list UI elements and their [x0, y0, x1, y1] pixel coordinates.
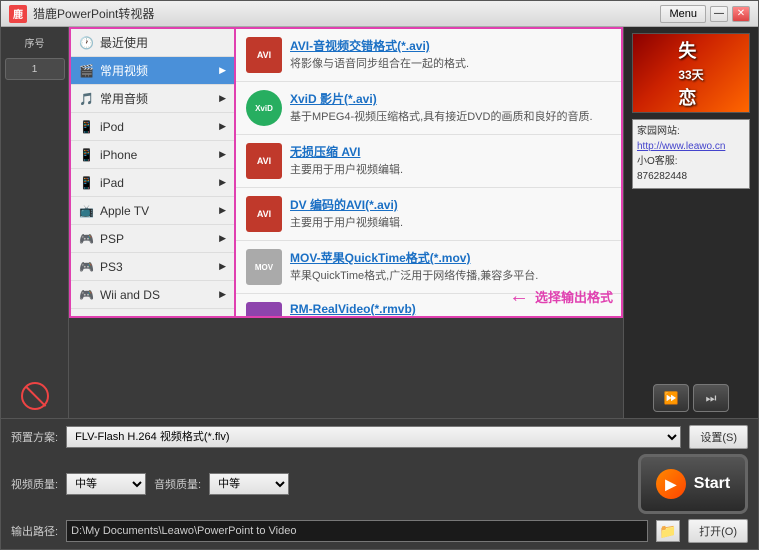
window-title: 猎鹿PowerPoint转视器	[33, 5, 660, 22]
format-item-nocompress[interactable]: AVI 无损压缩 AVI 主要用于用户视频编辑.	[236, 135, 621, 188]
format-info-dv: DV 编码的AVI(*.avi) 主要用于用户视频编辑.	[290, 196, 611, 231]
open-button[interactable]: 打开(O)	[688, 519, 748, 543]
preset-select[interactable]: FLV-Flash H.264 视频格式(*.flv)	[66, 426, 681, 448]
video-quality-label: 视频质量:	[11, 476, 58, 492]
menu-item-wii[interactable]: 🎮 Wii and DS ▶	[71, 281, 234, 309]
format-title-nocompress: 无损压缩 AVI	[290, 143, 611, 160]
format-badge-xvid: XviD	[246, 90, 282, 126]
preview-image: 失33天恋	[632, 33, 750, 113]
file-row-1[interactable]: 1	[5, 58, 65, 80]
main-window: 鹿 猎鹿PowerPoint转视器 Menu — ✕ 序号 1	[0, 0, 759, 550]
settings-button[interactable]: 设置(S)	[689, 425, 748, 449]
info-box: 家园网站: http://www.leawo.cn 小O客服: 87628244…	[632, 119, 750, 189]
arrow-icon: ▶	[219, 93, 226, 104]
format-item-xvid[interactable]: XviD XviD 影片(*.avi) 基于MPEG4-视频压缩格式,具有接近D…	[236, 82, 621, 135]
info-line-3: 小O客服:	[637, 154, 745, 169]
menu-item-appletv[interactable]: 📺 Apple TV ▶	[71, 197, 234, 225]
fast-forward-button[interactable]: ⏩	[653, 384, 689, 412]
menu-item-common-video[interactable]: 🎬 常用视频 ▶	[71, 57, 234, 85]
file-panel: 序号 1	[1, 27, 69, 418]
format-item-dv[interactable]: AVI DV 编码的AVI(*.avi) 主要用于用户视频编辑.	[236, 188, 621, 241]
annotation-label: 选择输出格式	[535, 287, 613, 306]
preview-panel: 失33天恋 家园网站: http://www.leawo.cn 小O客服: 87…	[623, 27, 758, 418]
format-badge-nocompress: AVI	[246, 143, 282, 179]
format-info-avi: AVI-音视频交错格式(*.avi) 将影像与语音同步组合在一起的格式.	[290, 37, 611, 72]
arrow-icon: ▶	[219, 289, 226, 300]
menu-item-common-audio[interactable]: 🎵 常用音频 ▶	[71, 85, 234, 113]
format-title-mov: MOV-苹果QuickTime格式(*.mov)	[290, 249, 611, 266]
video-quality-select[interactable]: 中等	[66, 473, 146, 495]
close-button[interactable]: ✕	[732, 6, 750, 22]
format-dropdown: 🕐 最近使用 🎬 常用视频 ▶ 🎵 常用音频 ▶ 📱	[69, 27, 623, 318]
format-desc-mov: 苹果QuickTime格式,广泛用于网络传播,兼容多平台.	[290, 269, 611, 284]
output-path-input[interactable]	[66, 520, 648, 542]
info-line-1: 家园网站:	[637, 124, 745, 139]
menu-item-ipod[interactable]: 📱 iPod ▶	[71, 113, 234, 141]
no-icon	[21, 382, 49, 410]
format-title-avi: AVI-音视频交错格式(*.avi)	[290, 37, 611, 54]
arrow-icon: ▶	[219, 261, 226, 272]
app-icon: 鹿	[9, 5, 27, 23]
info-link[interactable]: http://www.leawo.cn	[637, 139, 745, 154]
menu-item-iphone[interactable]: 📱 iPhone ▶	[71, 141, 234, 169]
format-desc-dv: 主要用于用户视频编辑.	[290, 216, 611, 231]
playback-controls: ⏩ ⏭	[653, 384, 729, 412]
preset-label: 预置方案:	[11, 429, 58, 445]
window-controls: Menu — ✕	[660, 5, 750, 23]
audio-quality-label: 音频质量:	[154, 476, 201, 492]
audio-quality-select[interactable]: 中等	[209, 473, 289, 495]
info-line-4: 876282448	[637, 169, 745, 184]
menu-item-mobile[interactable]: 📞 移动电话 ▶	[71, 309, 234, 318]
format-badge-rmvb: RMVB	[246, 302, 282, 318]
arrow-icon: ▶	[219, 121, 226, 132]
arrow-icon: ▶	[219, 205, 226, 216]
preview-title: 失33天恋	[678, 37, 703, 110]
arrow-icon: ▶	[219, 177, 226, 188]
menu-item-recent[interactable]: 🕐 最近使用	[71, 29, 234, 57]
preset-row: 预置方案: FLV-Flash H.264 视频格式(*.flv) 设置(S)	[11, 425, 748, 449]
output-path-row: 输出路径: 📁 打开(O)	[11, 519, 748, 543]
arrow-icon: ▶	[219, 149, 226, 160]
format-badge-avi: AVI	[246, 37, 282, 73]
menu-item-ps3[interactable]: 🎮 PS3 ▶	[71, 253, 234, 281]
menu-button[interactable]: Menu	[660, 5, 706, 23]
format-desc-avi: 将影像与语音同步组合在一起的格式.	[290, 57, 611, 72]
format-desc-nocompress: 主要用于用户视频编辑.	[290, 163, 611, 178]
format-info-nocompress: 无损压缩 AVI 主要用于用户视频编辑.	[290, 143, 611, 178]
start-button[interactable]: ▶ Start	[638, 454, 748, 514]
bottom-bar: 预置方案: FLV-Flash H.264 视频格式(*.flv) 设置(S) …	[1, 418, 758, 549]
format-badge-dv: AVI	[246, 196, 282, 232]
center-area: 🕐 最近使用 🎬 常用视频 ▶ 🎵 常用音频 ▶ 📱	[69, 27, 623, 418]
start-icon: ▶	[656, 469, 686, 499]
format-title-dv: DV 编码的AVI(*.avi)	[290, 196, 611, 213]
arrow-icon: ▶	[219, 317, 226, 318]
col-header-num: 序号	[25, 35, 45, 50]
quality-row: 视频质量: 中等 音频质量: 中等 ▶ Start	[11, 454, 748, 514]
format-badge-mov: MOV	[246, 249, 282, 285]
main-content: 序号 1 🕐 最近使用 🎬	[1, 27, 758, 418]
format-info-xvid: XviD 影片(*.avi) 基于MPEG4-视频压缩格式,具有接近DVD的画质…	[290, 90, 611, 125]
format-desc-xvid: 基于MPEG4-视频压缩格式,具有接近DVD的画质和良好的音质.	[290, 110, 611, 125]
menu-item-ipad[interactable]: 📱 iPad ▶	[71, 169, 234, 197]
minimize-button[interactable]: —	[710, 6, 728, 22]
title-bar: 鹿 猎鹿PowerPoint转视器 Menu — ✕	[1, 1, 758, 27]
format-title-xvid: XviD 影片(*.avi)	[290, 90, 611, 107]
skip-forward-button[interactable]: ⏭	[693, 384, 729, 412]
format-list: AVI AVI-音视频交错格式(*.avi) 将影像与语音同步组合在一起的格式.…	[234, 27, 623, 318]
category-menu: 🕐 最近使用 🎬 常用视频 ▶ 🎵 常用音频 ▶ 📱	[69, 27, 234, 318]
format-item-avi[interactable]: AVI AVI-音视频交错格式(*.avi) 将影像与语音同步组合在一起的格式.	[236, 29, 621, 82]
start-label: Start	[694, 475, 730, 493]
menu-item-psp[interactable]: 🎮 PSP ▶	[71, 225, 234, 253]
annotation: ← 选择输出格式	[509, 285, 613, 308]
arrow-icon: ▶	[219, 233, 226, 244]
output-path-label: 输出路径:	[11, 523, 58, 539]
annotation-arrow-icon: ←	[509, 285, 529, 308]
format-info-mov: MOV-苹果QuickTime格式(*.mov) 苹果QuickTime格式,广…	[290, 249, 611, 284]
arrow-icon: ▶	[219, 65, 226, 76]
folder-button[interactable]: 📁	[656, 520, 680, 542]
